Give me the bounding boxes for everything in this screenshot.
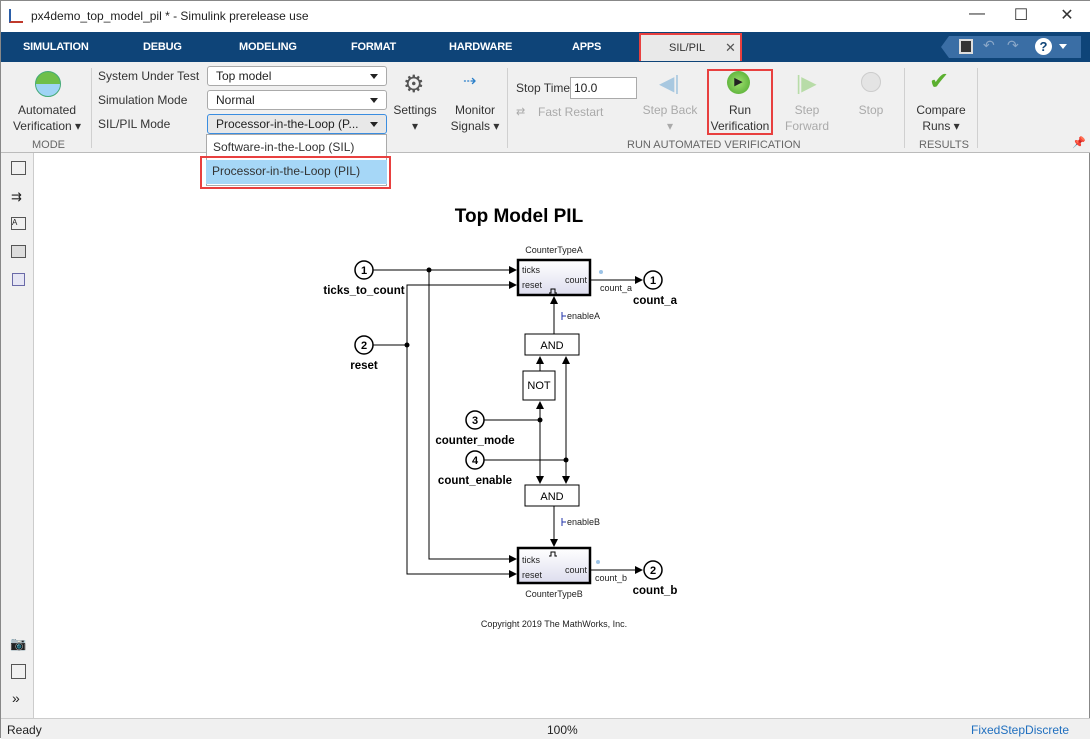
not-label: NOT bbox=[527, 380, 551, 392]
enable-icon bbox=[561, 518, 566, 526]
inport-number: 4 bbox=[472, 455, 479, 467]
inport-number: 2 bbox=[361, 340, 367, 352]
inport-number: 1 bbox=[361, 265, 367, 277]
outport-label: count_b bbox=[633, 585, 678, 597]
port-label: reset bbox=[522, 570, 543, 580]
inport-number: 3 bbox=[472, 415, 478, 427]
outport-number: 2 bbox=[650, 565, 656, 577]
port-label: ticks bbox=[522, 265, 541, 275]
diagram-title: Top Model PIL bbox=[455, 206, 584, 227]
port-label: reset bbox=[522, 280, 543, 290]
signal-label: count_a bbox=[600, 283, 632, 293]
copyright-note: Copyright 2019 The MathWorks, Inc. bbox=[481, 619, 627, 629]
model-diagram: Top Model PIL 1 2 3 4 1 2 ticks_to_count… bbox=[323, 206, 678, 629]
signal-monitor-icon bbox=[596, 560, 600, 564]
and-label: AND bbox=[540, 491, 563, 503]
signal-label: enableB bbox=[567, 517, 600, 527]
signal-monitor-icon bbox=[599, 270, 603, 274]
port-label: count bbox=[565, 275, 588, 285]
outport-number: 1 bbox=[650, 275, 656, 287]
status-text: Ready bbox=[7, 723, 42, 737]
port-label: count bbox=[565, 565, 588, 575]
and-label: AND bbox=[540, 340, 563, 352]
inport-label: count_enable bbox=[438, 475, 512, 487]
port-label: ticks bbox=[522, 555, 541, 565]
outport-label: count_a bbox=[633, 295, 678, 307]
signal-label: enableA bbox=[567, 311, 600, 321]
enable-icon bbox=[561, 312, 566, 320]
block-a-name: CounterTypeA bbox=[525, 245, 583, 255]
solver-link[interactable]: FixedStepDiscrete bbox=[971, 723, 1069, 737]
signal-label: count_b bbox=[595, 573, 627, 583]
inport-label: reset bbox=[350, 360, 378, 372]
block-b-name: CounterTypeB bbox=[525, 589, 583, 599]
signal-line bbox=[484, 401, 544, 421]
status-bar: Ready 100% FixedStepDiscrete bbox=[1, 718, 1090, 739]
inport-label: ticks_to_count bbox=[323, 285, 404, 297]
zoom-level: 100% bbox=[547, 723, 578, 737]
inport-label: counter_mode bbox=[435, 435, 514, 447]
